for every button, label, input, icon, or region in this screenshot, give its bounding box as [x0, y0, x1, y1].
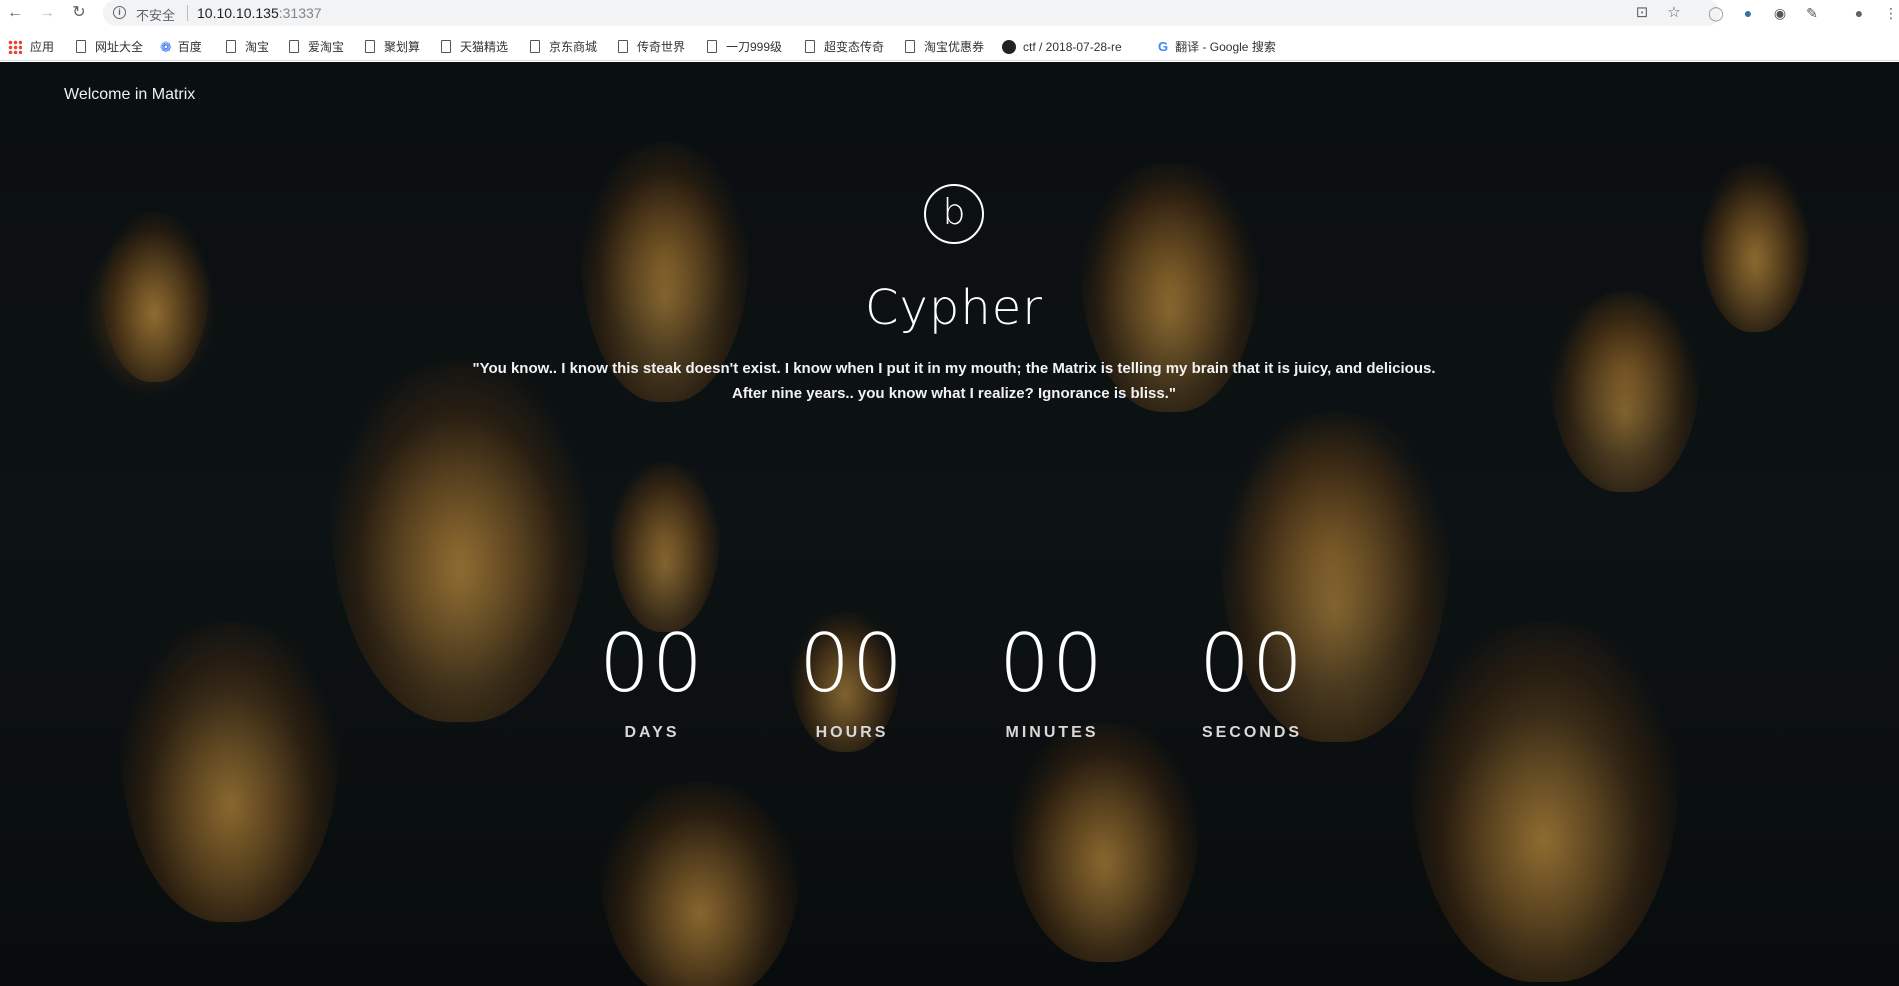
bookmark-item[interactable]: 爱淘宝 — [289, 37, 344, 57]
bookmark-item[interactable]: 京东商城 — [530, 37, 597, 57]
page-icon — [365, 40, 375, 53]
google-icon: G — [1158, 39, 1169, 54]
bookmark-item[interactable]: 聚划算 — [365, 37, 420, 57]
countdown-minutes: 00 MINUTES — [962, 622, 1142, 742]
url-host: 10.10.10.135 — [197, 5, 279, 21]
bookmark-item[interactable]: 超变态传奇 — [805, 37, 884, 57]
edit-icon[interactable]: ✎ — [1803, 4, 1821, 22]
bookmark-label: 传奇世界 — [637, 40, 686, 54]
bookmark-label: 聚划算 — [384, 40, 421, 54]
github-icon — [1002, 40, 1016, 54]
bookmark-item[interactable]: 淘宝 — [226, 37, 269, 57]
bookmark-label: 淘宝 — [245, 40, 270, 54]
menu-icon[interactable]: ⋮ — [1882, 4, 1899, 22]
countdown-value: 00 — [599, 617, 705, 710]
bookmark-item[interactable]: 天猫精选 — [441, 37, 508, 57]
profile-icon[interactable]: ● — [1850, 4, 1868, 22]
translate-icon[interactable]: ⊡ — [1633, 4, 1651, 22]
bookmark-item[interactable]: 传奇世界 — [618, 37, 685, 57]
bookmark-label: 超变态传奇 — [824, 40, 885, 54]
logo: b — [924, 184, 984, 244]
bookmark-label: 京东商城 — [549, 40, 598, 54]
bookmark-label: 百度 — [177, 40, 202, 54]
bookmarks-bar: 应用 网址大全 ❁ 百度 淘宝 爱淘宝 聚划算 天猫精选 京东商城 传奇世界 一刀… — [0, 33, 1899, 61]
address-bar[interactable]: i 不安全 10.10.10.135:31337 ⊡ ☆ — [103, 0, 1720, 26]
quote: "You know.. I know this steak doesn't ex… — [430, 356, 1478, 406]
page-icon — [905, 40, 915, 53]
page-icon — [289, 40, 299, 53]
bookmark-label: 淘宝优惠券 — [924, 40, 985, 54]
bookmark-apps[interactable]: 应用 — [8, 37, 54, 57]
bookmark-item[interactable]: G 翻译 - Google 搜索 — [1158, 37, 1276, 57]
countdown-value: 00 — [1199, 617, 1305, 710]
bookmark-item[interactable]: 网址大全 — [76, 37, 143, 57]
browser-toolbar: ← → ↻ i 不安全 10.10.10.135:31337 ⊡ ☆ ◯ ● ◉… — [0, 0, 1899, 26]
countdown-seconds: 00 SECONDS — [1162, 622, 1342, 742]
back-icon[interactable]: ← — [4, 2, 26, 24]
countdown-label: DAYS — [624, 724, 680, 741]
countdown-hours: 00 HOURS — [762, 622, 942, 742]
ghost-icon[interactable]: ◉ — [1771, 4, 1789, 22]
baidu-icon: ❁ — [160, 39, 172, 55]
reload-icon[interactable]: ↻ — [68, 2, 90, 24]
divider — [187, 5, 188, 21]
bookmark-label: ctf / 2018-07-28-re — [1023, 40, 1122, 54]
url-port: :31337 — [278, 5, 322, 21]
countdown-value: 00 — [799, 617, 905, 710]
bookmark-label: 应用 — [30, 40, 55, 54]
quote-line: After nine years.. you know what I reali… — [732, 385, 1176, 402]
security-label: 不安全 — [136, 8, 176, 23]
apps-icon — [8, 40, 22, 54]
page-icon — [76, 40, 86, 53]
python-icon[interactable]: ● — [1739, 4, 1757, 22]
matrix-page: Welcome in Matrix b Cypher "You know.. I… — [0, 62, 1899, 986]
bookmark-label: 天猫精选 — [460, 40, 509, 54]
quote-line: "You know.. I know this steak doesn't ex… — [472, 360, 1436, 377]
bookmark-item[interactable]: 一刀999级 — [707, 37, 782, 57]
bookmark-item[interactable]: 淘宝优惠券 — [905, 37, 984, 57]
bookmark-label: 翻译 - Google 搜索 — [1175, 40, 1276, 54]
page-icon — [441, 40, 451, 53]
countdown-value: 00 — [999, 617, 1105, 710]
page-icon — [530, 40, 540, 53]
countdown-label: SECONDS — [1201, 724, 1303, 741]
forward-icon[interactable]: → — [36, 2, 58, 24]
bookmark-item[interactable]: ctf / 2018-07-28-re — [1002, 37, 1122, 57]
url-text[interactable]: 10.10.10.135:31337 — [197, 5, 322, 21]
bookmark-label: 爱淘宝 — [308, 40, 345, 54]
welcome-text: Welcome in Matrix — [64, 86, 196, 103]
bookmark-label: 一刀999级 — [726, 40, 783, 54]
info-icon[interactable]: i — [113, 6, 126, 19]
bookmark-item[interactable]: ❁ 百度 — [160, 37, 202, 57]
countdown-days: 00 DAYS — [562, 622, 742, 742]
page-icon — [618, 40, 628, 53]
page-icon — [226, 40, 236, 53]
countdown-label: MINUTES — [1005, 724, 1099, 741]
star-icon[interactable]: ☆ — [1665, 4, 1683, 22]
page-title: Cypher — [864, 280, 1044, 336]
countdown-label: HOURS — [815, 724, 889, 741]
bookmark-label: 网址大全 — [95, 40, 144, 54]
page-icon — [707, 40, 717, 53]
extension-icon[interactable]: ◯ — [1707, 4, 1725, 22]
page-icon — [805, 40, 815, 53]
